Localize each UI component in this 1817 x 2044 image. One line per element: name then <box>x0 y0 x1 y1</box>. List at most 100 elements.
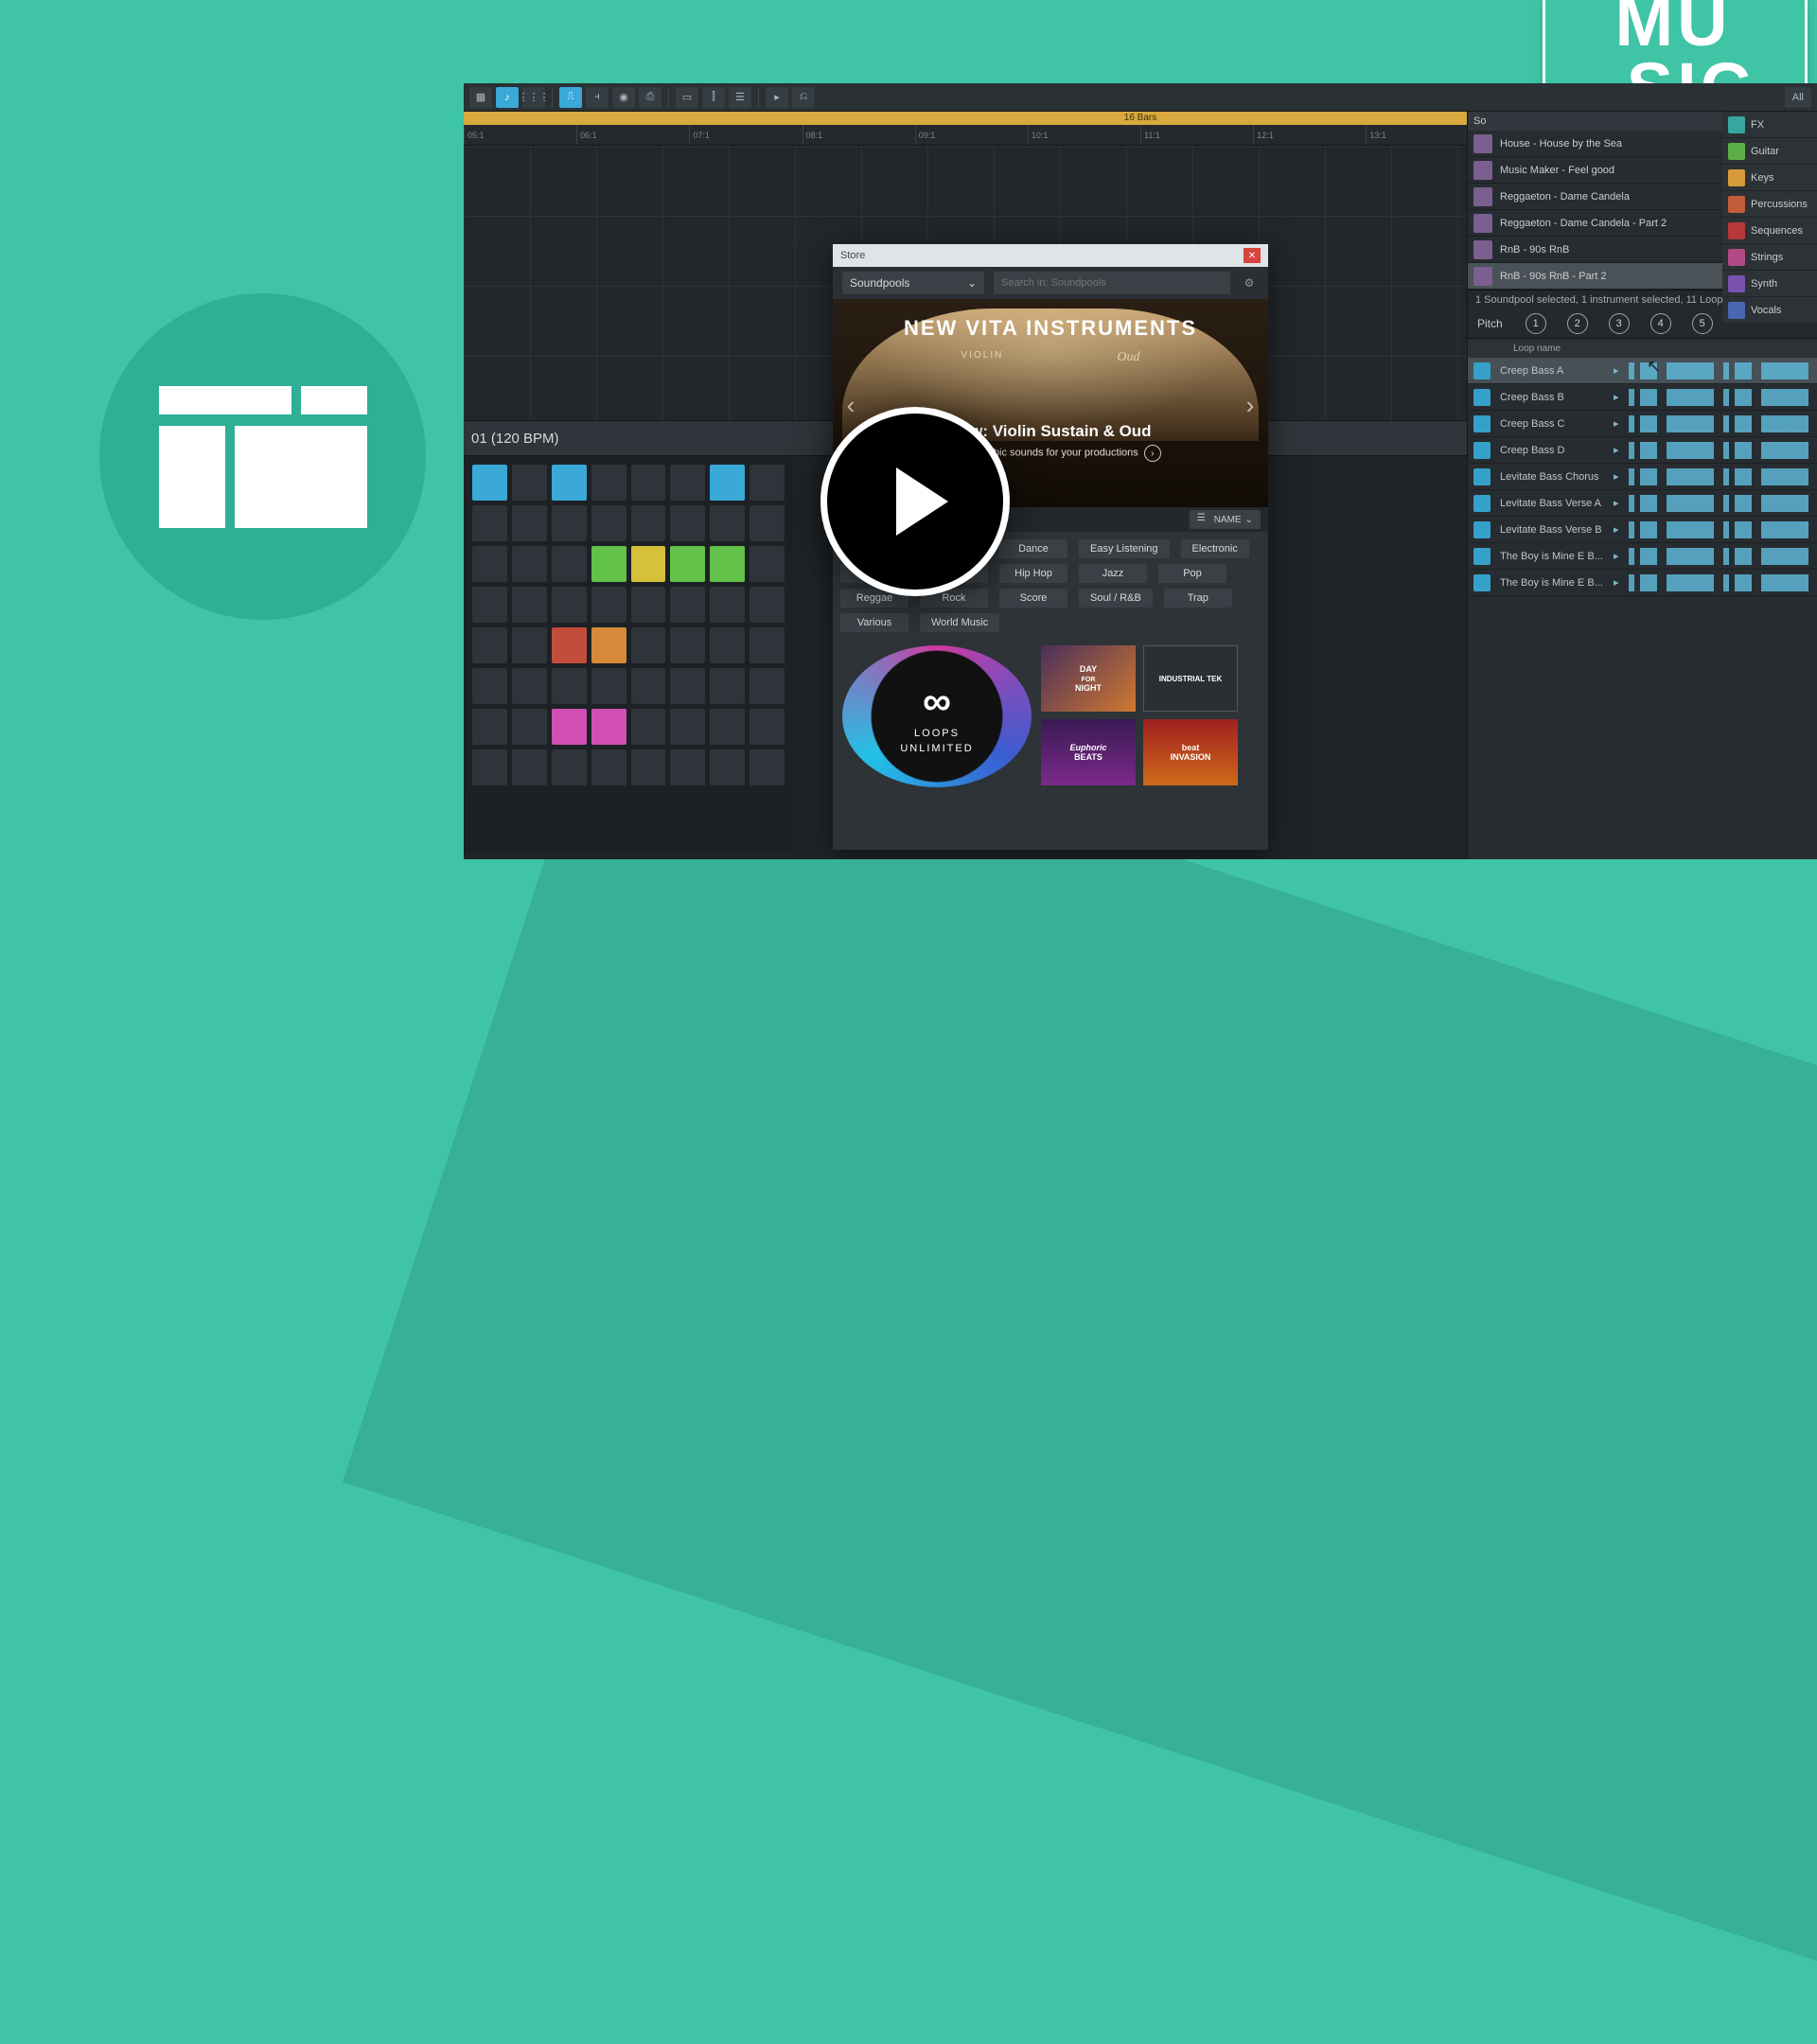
instrument-category[interactable]: Guitar <box>1722 138 1817 165</box>
genre-chip[interactable]: Jazz <box>1079 564 1147 583</box>
tool-eq-icon[interactable]: ⫿ <box>702 87 725 108</box>
tool-export-icon[interactable]: ⎙ <box>639 87 662 108</box>
beat-pad[interactable] <box>670 465 705 501</box>
beat-pad[interactable] <box>512 749 547 785</box>
beat-pad[interactable] <box>472 465 507 501</box>
instrument-category[interactable]: Keys <box>1722 165 1817 191</box>
loop-item[interactable]: Creep Bass A▸ <box>1468 358 1817 384</box>
store-search-input[interactable] <box>994 272 1230 294</box>
beat-pad[interactable] <box>512 627 547 663</box>
store-titlebar[interactable]: Store ✕ <box>833 244 1268 267</box>
beat-pad[interactable] <box>591 587 626 623</box>
loop-play-icon[interactable]: ▸ <box>1614 364 1619 377</box>
beat-pad[interactable] <box>710 709 745 745</box>
beat-pad[interactable] <box>750 668 785 704</box>
beat-pad[interactable] <box>591 505 626 541</box>
loop-item[interactable]: Levitate Bass Verse B▸ <box>1468 517 1817 543</box>
genre-chip[interactable]: Various <box>840 613 908 632</box>
loop-play-icon[interactable]: ▸ <box>1614 417 1619 430</box>
tile-beat-invasion[interactable]: beatINVASION <box>1143 719 1238 785</box>
tile-day-night[interactable]: DAYFORNIGHT <box>1041 645 1136 712</box>
beat-pad[interactable] <box>552 627 587 663</box>
loop-item[interactable]: The Boy is Mine E B...▸ <box>1468 543 1817 570</box>
beat-pad[interactable] <box>710 668 745 704</box>
genre-chip[interactable]: Trap <box>1164 589 1232 608</box>
beat-pad[interactable] <box>552 587 587 623</box>
beat-pad[interactable] <box>472 627 507 663</box>
instrument-category[interactable]: Vocals <box>1722 297 1817 324</box>
beat-pad[interactable] <box>472 749 507 785</box>
beat-pad[interactable] <box>591 749 626 785</box>
loop-item[interactable]: Levitate Bass Chorus▸ <box>1468 464 1817 490</box>
beat-pad[interactable] <box>670 627 705 663</box>
beat-pad[interactable] <box>591 627 626 663</box>
beat-pad[interactable] <box>750 587 785 623</box>
loop-play-icon[interactable]: ▸ <box>1614 576 1619 589</box>
beat-pad[interactable] <box>512 465 547 501</box>
tool-list-icon[interactable]: ☰ <box>729 87 751 108</box>
beat-pad[interactable] <box>552 668 587 704</box>
tile-loops-unlimited[interactable]: ∞ LOOPS UNLIMITED <box>842 645 1032 787</box>
loop-item[interactable]: Creep Bass D▸ <box>1468 437 1817 464</box>
beat-pad[interactable] <box>512 505 547 541</box>
beat-pad[interactable] <box>512 668 547 704</box>
beat-pad[interactable] <box>631 546 666 582</box>
tool-grid-icon[interactable]: ▦ <box>469 87 492 108</box>
beat-pad[interactable] <box>670 587 705 623</box>
loop-play-icon[interactable]: ▸ <box>1614 523 1619 536</box>
tool-snap-icon[interactable]: ⎌ <box>792 87 815 108</box>
pitch-button[interactable]: 1 <box>1526 313 1546 334</box>
tool-fx-icon[interactable]: ◉ <box>612 87 635 108</box>
beat-pad[interactable] <box>472 546 507 582</box>
hero-next-icon[interactable]: › <box>1238 391 1262 415</box>
beat-pad[interactable] <box>472 587 507 623</box>
beat-pad[interactable] <box>750 465 785 501</box>
pitch-button[interactable]: 5 <box>1692 313 1713 334</box>
beat-pad[interactable] <box>710 627 745 663</box>
genre-chip[interactable]: Electronic <box>1181 539 1249 558</box>
loop-item[interactable]: The Boy is Mine E B...▸ <box>1468 570 1817 596</box>
beat-pad[interactable] <box>750 627 785 663</box>
tool-note-icon[interactable]: ♪ <box>496 87 519 108</box>
beat-pad[interactable] <box>710 546 745 582</box>
beat-pad[interactable] <box>750 749 785 785</box>
tile-industrial-tek[interactable]: INDUSTRIAL TEK <box>1143 645 1238 712</box>
beat-pad[interactable] <box>710 465 745 501</box>
tool-apps-icon[interactable]: ⋮⋮⋮ <box>522 87 545 108</box>
instrument-category[interactable]: FX <box>1722 112 1817 138</box>
filter-all-button[interactable]: All <box>1785 87 1811 108</box>
pitch-button[interactable]: 3 <box>1609 313 1630 334</box>
tool-mixer-icon[interactable]: ⎍ <box>559 87 582 108</box>
beat-pad[interactable] <box>631 505 666 541</box>
beat-pad[interactable] <box>750 505 785 541</box>
beat-pad[interactable] <box>552 749 587 785</box>
genre-chip[interactable]: Dance <box>999 539 1067 558</box>
sort-name-button[interactable]: ☰NAME⌄ <box>1190 510 1261 529</box>
store-category-dropdown[interactable]: Soundpools⌄ <box>842 272 984 294</box>
genre-chip[interactable]: Pop <box>1158 564 1226 583</box>
beat-pad[interactable] <box>472 709 507 745</box>
beat-pad[interactable] <box>591 709 626 745</box>
beat-pad[interactable] <box>710 587 745 623</box>
loop-play-icon[interactable]: ▸ <box>1614 391 1619 403</box>
loop-play-icon[interactable]: ▸ <box>1614 550 1619 562</box>
beat-pad[interactable] <box>512 546 547 582</box>
genre-chip[interactable]: Easy Listening <box>1079 539 1170 558</box>
beat-pad[interactable] <box>670 709 705 745</box>
beat-pad[interactable] <box>670 668 705 704</box>
beat-pad[interactable] <box>631 627 666 663</box>
beat-pad[interactable] <box>552 465 587 501</box>
tool-play-icon[interactable]: ▸ <box>766 87 788 108</box>
beat-pad[interactable] <box>750 546 785 582</box>
beat-pad[interactable] <box>591 546 626 582</box>
beat-pad[interactable] <box>552 546 587 582</box>
beat-pad[interactable] <box>472 505 507 541</box>
hero-prev-icon[interactable]: ‹ <box>838 391 863 415</box>
beat-pad[interactable] <box>670 546 705 582</box>
beat-pad[interactable] <box>631 709 666 745</box>
beat-pad[interactable] <box>631 587 666 623</box>
pitch-button[interactable]: 4 <box>1650 313 1671 334</box>
instrument-category[interactable]: Strings <box>1722 244 1817 271</box>
genre-chip[interactable]: World Music <box>920 613 999 632</box>
video-play-button[interactable] <box>820 407 1010 596</box>
